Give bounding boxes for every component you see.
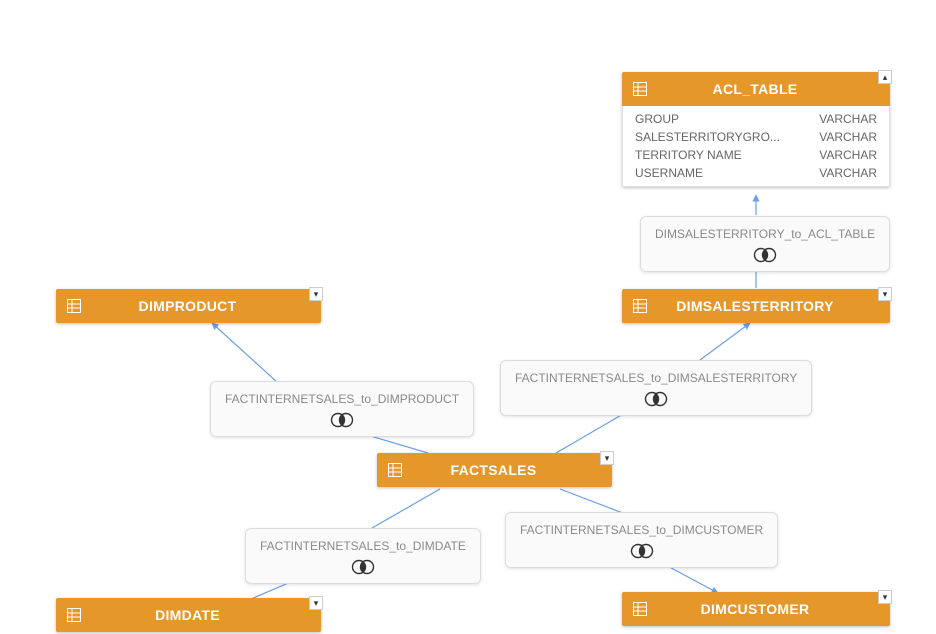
join-label: FACTINTERNETSALES_to_DIMCUSTOMER — [520, 523, 763, 537]
join-label: FACTINTERNETSALES_to_DIMSALESTERRITORY — [515, 371, 797, 385]
table-row[interactable]: SALESTERRITORYGRO... VARCHAR — [623, 128, 889, 146]
entity-title: ACL_TABLE — [648, 81, 862, 97]
expand-icon[interactable]: ▾ — [309, 596, 323, 610]
entity-dimcustomer[interactable]: DIMCUSTOMER ▾ — [622, 592, 890, 626]
diagram-canvas[interactable]: ACL_TABLE ▴ GROUP VARCHAR SALESTERRITORY… — [0, 0, 936, 634]
column-type: VARCHAR — [811, 166, 877, 180]
join-fis-dimproduct[interactable]: FACTINTERNETSALES_to_DIMPRODUCT — [210, 381, 474, 437]
entity-dimproduct[interactable]: DIMPRODUCT ▾ — [56, 289, 321, 323]
column-type: VARCHAR — [811, 112, 877, 126]
entity-header[interactable]: DIMPRODUCT ▾ — [56, 289, 321, 323]
join-label: FACTINTERNETSALES_to_DIMPRODUCT — [225, 392, 459, 406]
expand-icon[interactable]: ▾ — [309, 287, 323, 301]
column-name: SALESTERRITORYGRO... — [635, 130, 811, 144]
table-row[interactable]: TERRITORY NAME VARCHAR — [623, 146, 889, 164]
table-icon — [632, 298, 648, 314]
table-icon — [387, 462, 403, 478]
inner-join-icon — [515, 391, 797, 407]
entity-header[interactable]: DIMSALESTERRITORY ▾ — [622, 289, 890, 323]
column-name: USERNAME — [635, 166, 811, 180]
column-name: GROUP — [635, 112, 811, 126]
expand-icon[interactable]: ▾ — [878, 590, 892, 604]
entity-header[interactable]: DIMDATE ▾ — [56, 598, 321, 632]
table-icon — [632, 81, 648, 97]
expand-icon[interactable]: ▾ — [600, 451, 614, 465]
entity-header[interactable]: ACL_TABLE ▴ — [622, 72, 890, 106]
expand-icon[interactable]: ▾ — [878, 287, 892, 301]
join-label: FACTINTERNETSALES_to_DIMDATE — [260, 539, 466, 553]
entity-title: DIMCUSTOMER — [648, 601, 862, 617]
collapse-icon[interactable]: ▴ — [878, 70, 892, 84]
entity-title: DIMPRODUCT — [82, 298, 293, 314]
table-icon — [66, 298, 82, 314]
table-icon — [66, 607, 82, 623]
join-fis-dimdate[interactable]: FACTINTERNETSALES_to_DIMDATE — [245, 528, 481, 584]
entity-dimsalesterritory[interactable]: DIMSALESTERRITORY ▾ — [622, 289, 890, 323]
inner-join-icon — [260, 559, 466, 575]
table-icon — [632, 601, 648, 617]
entity-title: DIMDATE — [82, 607, 293, 623]
entity-acl-table[interactable]: ACL_TABLE ▴ GROUP VARCHAR SALESTERRITORY… — [622, 72, 890, 187]
column-type: VARCHAR — [811, 130, 877, 144]
entity-title: DIMSALESTERRITORY — [648, 298, 862, 314]
join-fis-dimsalesterritory[interactable]: FACTINTERNETSALES_to_DIMSALESTERRITORY — [500, 360, 812, 416]
inner-join-icon — [520, 543, 763, 559]
entity-header[interactable]: DIMCUSTOMER ▾ — [622, 592, 890, 626]
column-type: VARCHAR — [811, 148, 877, 162]
entity-factsales[interactable]: FACTSALES ▾ — [377, 453, 612, 487]
entity-columns: GROUP VARCHAR SALESTERRITORYGRO... VARCH… — [622, 106, 890, 187]
entity-dimdate[interactable]: DIMDATE ▾ — [56, 598, 321, 632]
join-dst-acltable[interactable]: DIMSALESTERRITORY_to_ACL_TABLE — [640, 216, 890, 272]
join-label: DIMSALESTERRITORY_to_ACL_TABLE — [655, 227, 875, 241]
entity-header[interactable]: FACTSALES ▾ — [377, 453, 612, 487]
inner-join-icon — [655, 247, 875, 263]
join-fis-dimcustomer[interactable]: FACTINTERNETSALES_to_DIMCUSTOMER — [505, 512, 778, 568]
column-name: TERRITORY NAME — [635, 148, 811, 162]
entity-title: FACTSALES — [403, 462, 584, 478]
table-row[interactable]: GROUP VARCHAR — [623, 110, 889, 128]
table-row[interactable]: USERNAME VARCHAR — [623, 164, 889, 182]
inner-join-icon — [225, 412, 459, 428]
